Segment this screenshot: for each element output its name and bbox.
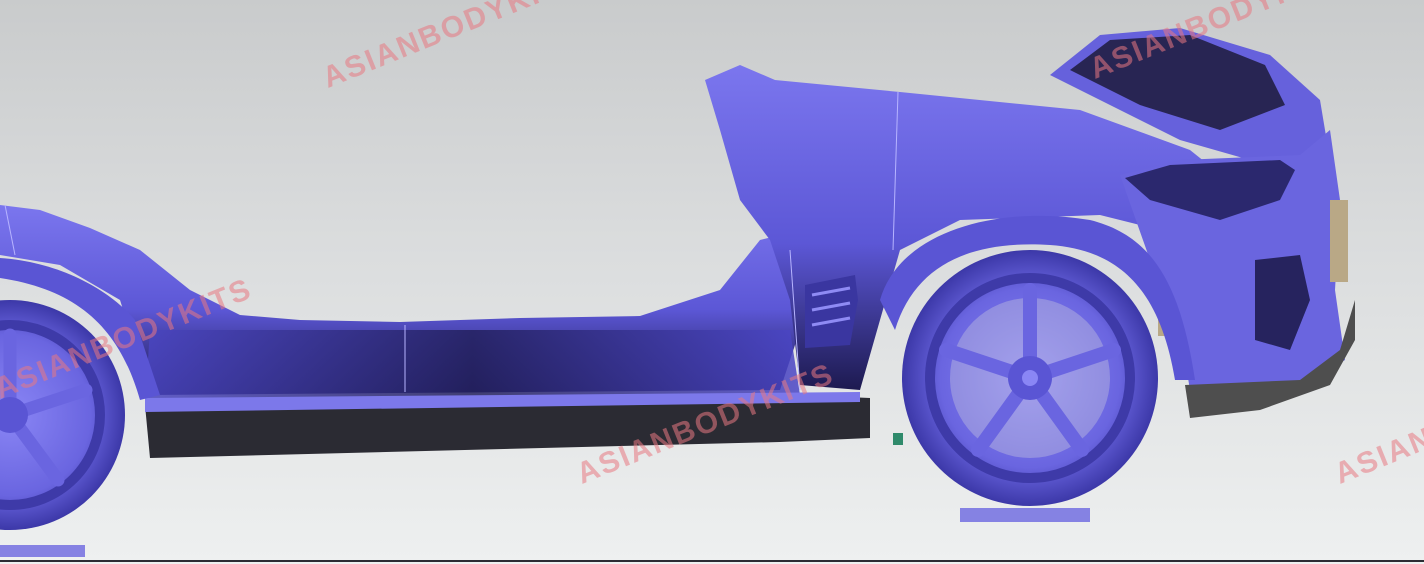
front-wheel xyxy=(902,250,1158,506)
viewport-bottom-border xyxy=(0,560,1424,562)
fender-vent xyxy=(805,275,858,348)
hood-dark-area xyxy=(1070,35,1285,130)
3d-model-viewport[interactable]: ASIANBODYKITS ASIANBODYKITS ASIANBODYKIT… xyxy=(0,0,1424,564)
car-scan-model[interactable] xyxy=(0,0,1424,564)
rear-wheel xyxy=(0,300,125,530)
license-bracket xyxy=(1330,200,1348,282)
